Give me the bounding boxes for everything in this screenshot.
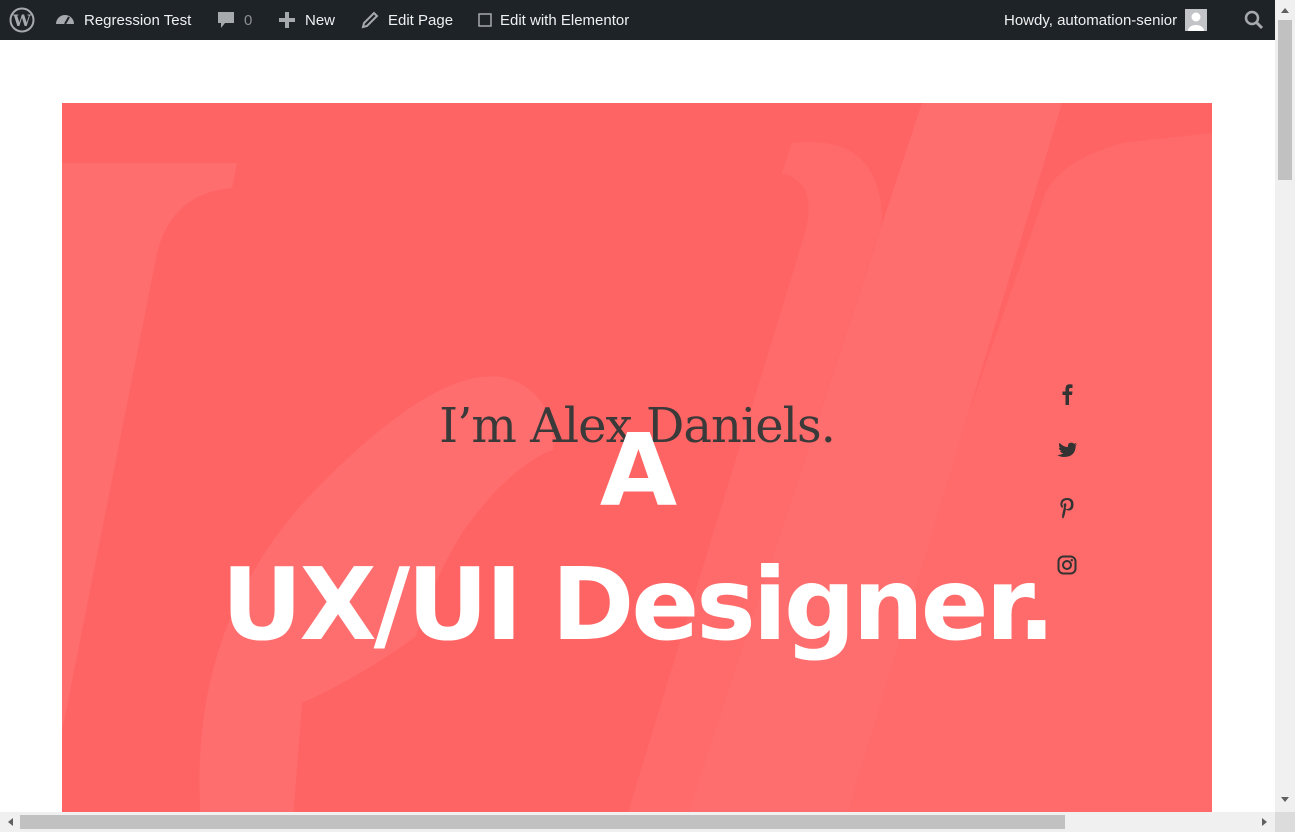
howdy-label: Howdy, automation-senior [1004, 11, 1178, 29]
svg-text:W: W [12, 11, 32, 30]
scroll-right-arrow-icon[interactable] [1254, 812, 1274, 832]
vertical-scrollbar[interactable] [1275, 0, 1295, 812]
scroll-up-arrow-icon[interactable] [1275, 0, 1295, 20]
facebook-icon [1061, 383, 1073, 409]
checkbox-icon [478, 13, 492, 27]
admin-bar: W Regression Test 0 New Edit Page Edit w… [0, 0, 1295, 40]
hero-title-line-2: UX/UI Designer. [221, 546, 1055, 663]
hero-title-line-1: A [599, 412, 677, 529]
site-name-label: Regression Test [84, 11, 192, 29]
scroll-down-arrow-icon[interactable] [1275, 789, 1295, 809]
instagram-link[interactable] [1055, 555, 1079, 579]
instagram-icon [1057, 555, 1077, 579]
horizontal-scrollbar[interactable] [0, 812, 1275, 832]
comment-icon [216, 10, 236, 30]
twitter-icon [1056, 442, 1078, 464]
comments-link[interactable]: 0 [216, 0, 252, 40]
edit-page-link[interactable]: Edit Page [360, 0, 453, 40]
hero-section: I’m Alex Daniels. A UX/UI Designer. [62, 103, 1212, 832]
new-label: New [305, 11, 336, 29]
dashboard-icon [54, 9, 76, 31]
search-button[interactable] [1243, 0, 1265, 40]
site-name-link[interactable]: Regression Test [54, 0, 191, 40]
pinterest-link[interactable] [1055, 498, 1079, 522]
plus-icon [277, 10, 297, 30]
wordpress-logo-button[interactable]: W [9, 0, 35, 40]
wordpress-icon: W [9, 7, 35, 33]
pencil-icon [360, 10, 380, 30]
my-account-link[interactable]: Howdy, automation-senior [1004, 0, 1208, 40]
horizontal-scrollbar-thumb[interactable] [20, 815, 1065, 829]
scrollbar-corner [1275, 812, 1295, 832]
facebook-link[interactable] [1055, 384, 1079, 408]
edit-page-label: Edit Page [388, 11, 454, 29]
comments-count: 0 [244, 11, 253, 29]
pinterest-icon [1059, 497, 1075, 523]
elementor-label: Edit with Elementor [500, 11, 630, 29]
search-icon [1243, 9, 1265, 31]
new-content-link[interactable]: New [277, 0, 335, 40]
edit-with-elementor-link[interactable]: Edit with Elementor [478, 0, 629, 40]
vertical-scrollbar-thumb[interactable] [1278, 20, 1292, 180]
scroll-left-arrow-icon[interactable] [0, 812, 20, 832]
twitter-link[interactable] [1055, 441, 1079, 465]
avatar [1185, 9, 1208, 31]
